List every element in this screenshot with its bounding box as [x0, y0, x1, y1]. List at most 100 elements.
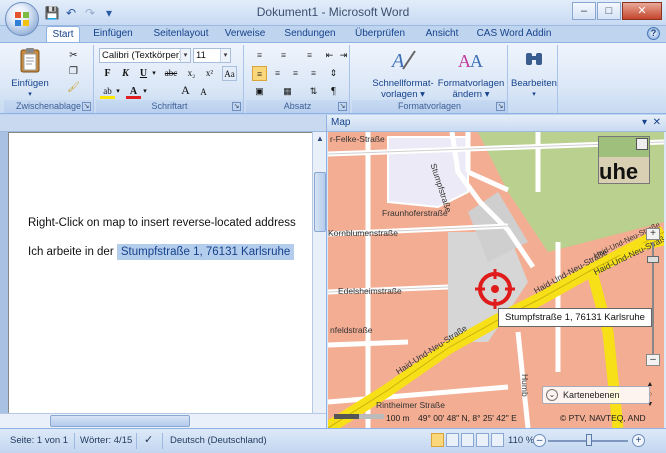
- highlight-icon[interactable]: ab: [100, 84, 115, 99]
- shrink-font-button[interactable]: A: [196, 85, 211, 100]
- tab-ansicht[interactable]: Ansicht: [422, 26, 462, 42]
- borders-icon[interactable]: ▦: [280, 84, 295, 99]
- decrease-indent-icon[interactable]: ⇤: [322, 48, 337, 63]
- map-panel-menu-icon[interactable]: ▾: [642, 117, 647, 128]
- zoom-level[interactable]: 110 %: [508, 435, 534, 446]
- increase-indent-icon[interactable]: ⇥: [336, 48, 351, 63]
- coordinates-readout: 49° 00' 48" N, 8° 25' 42" E: [418, 413, 517, 423]
- map-panel-close-icon[interactable]: ✕: [653, 117, 661, 128]
- justify-button[interactable]: ≡: [306, 66, 321, 81]
- shading-icon[interactable]: ▣: [252, 84, 267, 99]
- map-zoom-in-button[interactable]: +: [646, 228, 660, 240]
- minimize-button[interactable]: –: [572, 2, 596, 20]
- group-font: Calibri (Textkörper) ▾ 11 ▾ F K U ▾ abc x₂…: [96, 45, 244, 113]
- binoculars-icon: [526, 53, 542, 65]
- font-color-icon[interactable]: A: [126, 84, 141, 99]
- font-color-dropdown-icon[interactable]: ▾: [141, 84, 149, 99]
- paragraph-launcher-icon[interactable]: ↘: [338, 102, 347, 111]
- font-family-select[interactable]: Calibri (Textkörper) ▾: [99, 48, 191, 63]
- proofing-icon[interactable]: ✓: [144, 433, 153, 446]
- styles-launcher-icon[interactable]: ↘: [496, 102, 505, 111]
- align-center-button[interactable]: ≡: [270, 66, 285, 81]
- tab-verweise[interactable]: Verweise: [222, 26, 268, 42]
- map-zoom-knob[interactable]: [647, 256, 659, 263]
- show-marks-icon[interactable]: ¶: [326, 84, 341, 99]
- zoom-in-button[interactable]: +: [632, 434, 645, 447]
- status-words[interactable]: Wörter: 4/15: [80, 435, 132, 446]
- ruler: [0, 115, 326, 132]
- copy-icon[interactable]: ❐: [66, 65, 81, 79]
- clipboard-icon: [20, 48, 40, 73]
- align-left-button[interactable]: ≡: [252, 66, 267, 81]
- tab-cas-word-addin[interactable]: CAS Word Addin: [474, 26, 554, 42]
- web-layout-view-button[interactable]: [461, 433, 474, 447]
- bullets-icon[interactable]: ≡: [252, 48, 267, 63]
- quick-styles-button[interactable]: A Schnellformat- vorlagen ▾: [370, 47, 436, 100]
- sort-icon[interactable]: ⇅: [306, 84, 321, 99]
- tab-seitenlayout[interactable]: Seitenlayout: [148, 26, 214, 42]
- highlight-dropdown-icon[interactable]: ▾: [114, 84, 122, 99]
- line-spacing-icon[interactable]: ⇕: [326, 66, 341, 81]
- title-bar: 💾 ↶ ↷ ▾ Dokument1 - Microsoft Word – □ ✕: [0, 0, 666, 26]
- change-styles-button[interactable]: A A Formatvorlagen ändern ▾: [436, 47, 506, 100]
- underline-dropdown-icon[interactable]: ▾: [150, 66, 158, 81]
- chevron-down-icon: ⌄: [546, 389, 558, 401]
- tab-ueberpruefen[interactable]: Überprüfen: [352, 26, 408, 42]
- italic-button[interactable]: K: [118, 66, 133, 81]
- scroll-thumb[interactable]: [314, 172, 326, 232]
- help-icon[interactable]: ?: [647, 27, 660, 40]
- superscript-button[interactable]: x²: [202, 66, 217, 81]
- align-right-button[interactable]: ≡: [288, 66, 303, 81]
- overview-toggle-icon[interactable]: [636, 138, 648, 150]
- overview-map[interactable]: uhe: [598, 136, 650, 184]
- ribbon: Einfügen ▾ ✂ ❐ 🖌 Zwischenablage ↘ Calibr…: [0, 42, 666, 114]
- subscript-button[interactable]: x₂: [184, 66, 199, 81]
- status-language[interactable]: Deutsch (Deutschland): [170, 435, 267, 446]
- zoom-slider-knob[interactable]: [586, 434, 592, 446]
- strikethrough-button[interactable]: abc: [162, 66, 180, 81]
- office-button[interactable]: [5, 2, 39, 36]
- close-button[interactable]: ✕: [622, 2, 662, 20]
- vertical-scrollbar[interactable]: ▲: [312, 132, 326, 428]
- status-page[interactable]: Seite: 1 von 1: [10, 435, 68, 446]
- clipboard-launcher-icon[interactable]: ↘: [82, 102, 91, 111]
- map-canvas[interactable]: r-Felke-Straße Stumpfstraße Fraunhoferst…: [328, 132, 664, 428]
- zoom-out-button[interactable]: –: [533, 434, 546, 447]
- format-painter-icon[interactable]: 🖌: [66, 81, 81, 95]
- group-label-paragraph: Absatz: [246, 100, 349, 113]
- group-styles: A Schnellformat- vorlagen ▾ A A Formatvo…: [352, 45, 508, 113]
- bold-button[interactable]: F: [100, 66, 115, 81]
- quick-styles-icon: A: [390, 50, 416, 72]
- horizontal-scrollbar[interactable]: [0, 413, 326, 428]
- multilevel-list-icon[interactable]: ≡: [302, 48, 317, 63]
- tab-einfuegen[interactable]: Einfügen: [88, 26, 138, 42]
- underline-button[interactable]: U: [136, 66, 151, 81]
- group-clipboard: Einfügen ▾ ✂ ❐ 🖌 Zwischenablage ↘: [4, 45, 94, 113]
- horizontal-scroll-thumb[interactable]: [50, 415, 190, 427]
- map-layers-button[interactable]: ⌄ Kartenebenen: [542, 386, 650, 404]
- street-label-hirsch: nfeldstraße: [330, 325, 373, 335]
- cut-icon[interactable]: ✂: [66, 49, 81, 63]
- tab-sendungen[interactable]: Sendungen: [282, 26, 338, 42]
- group-label-font: Schriftart: [96, 100, 243, 113]
- full-screen-view-button[interactable]: [446, 433, 459, 447]
- document-page[interactable]: Right-Click on map to insert reverse-loc…: [8, 132, 312, 428]
- map-zoom-out-button[interactable]: –: [646, 354, 660, 366]
- scroll-up-icon[interactable]: ▲: [313, 132, 327, 146]
- tab-start[interactable]: Start: [46, 26, 80, 42]
- print-layout-view-button[interactable]: [431, 433, 444, 447]
- draft-view-button[interactable]: [491, 433, 504, 447]
- map-zoom-slider[interactable]: + –: [646, 228, 660, 368]
- grow-font-button[interactable]: A: [178, 83, 193, 98]
- paste-button[interactable]: Einfügen ▾: [10, 47, 50, 100]
- font-size-select[interactable]: 11 ▾: [193, 48, 231, 63]
- maximize-button[interactable]: □: [597, 2, 621, 20]
- editing-button[interactable]: Bearbeiten ▾: [510, 47, 558, 100]
- change-styles-icon: A A: [458, 51, 483, 71]
- map-panel-title: Map: [331, 117, 351, 128]
- change-case-button[interactable]: Aa: [222, 66, 237, 81]
- outline-view-button[interactable]: [476, 433, 489, 447]
- group-label-styles: Formatvorlagen: [352, 100, 507, 113]
- numbering-icon[interactable]: ≡: [276, 48, 291, 63]
- font-launcher-icon[interactable]: ↘: [232, 102, 241, 111]
